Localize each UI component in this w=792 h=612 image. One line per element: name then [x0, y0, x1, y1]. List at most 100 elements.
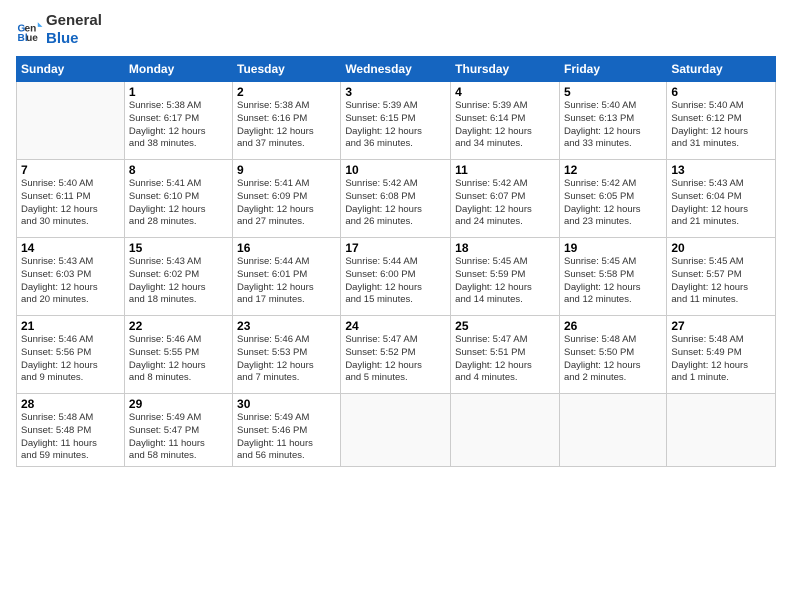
logo-icon: G en Bl ue: [16, 16, 44, 44]
day-number: 7: [21, 163, 120, 177]
day-info: Sunrise: 5:42 AM Sunset: 6:05 PM Dayligh…: [564, 178, 662, 229]
day-number: 28: [21, 397, 120, 411]
day-info: Sunrise: 5:49 AM Sunset: 5:46 PM Dayligh…: [237, 412, 336, 463]
day-number: 9: [237, 163, 336, 177]
day-cell: 8Sunrise: 5:41 AM Sunset: 6:10 PM Daylig…: [124, 160, 232, 238]
day-info: Sunrise: 5:46 AM Sunset: 5:55 PM Dayligh…: [129, 334, 228, 385]
day-info: Sunrise: 5:48 AM Sunset: 5:49 PM Dayligh…: [671, 334, 771, 385]
col-sunday: Sunday: [17, 57, 125, 82]
day-info: Sunrise: 5:44 AM Sunset: 6:01 PM Dayligh…: [237, 256, 336, 307]
day-info: Sunrise: 5:46 AM Sunset: 5:56 PM Dayligh…: [21, 334, 120, 385]
day-info: Sunrise: 5:39 AM Sunset: 6:15 PM Dayligh…: [345, 100, 446, 151]
day-cell: 13Sunrise: 5:43 AM Sunset: 6:04 PM Dayli…: [667, 160, 776, 238]
day-cell: 7Sunrise: 5:40 AM Sunset: 6:11 PM Daylig…: [17, 160, 125, 238]
day-number: 1: [129, 85, 228, 99]
day-number: 24: [345, 319, 446, 333]
col-friday: Friday: [559, 57, 666, 82]
calendar-table: Sunday Monday Tuesday Wednesday Thursday…: [16, 56, 776, 467]
week-row-4: 21Sunrise: 5:46 AM Sunset: 5:56 PM Dayli…: [17, 316, 776, 394]
day-number: 22: [129, 319, 228, 333]
col-saturday: Saturday: [667, 57, 776, 82]
day-info: Sunrise: 5:42 AM Sunset: 6:08 PM Dayligh…: [345, 178, 446, 229]
day-cell: [559, 394, 666, 467]
day-cell: [451, 394, 560, 467]
day-info: Sunrise: 5:43 AM Sunset: 6:03 PM Dayligh…: [21, 256, 120, 307]
day-info: Sunrise: 5:41 AM Sunset: 6:09 PM Dayligh…: [237, 178, 336, 229]
day-number: 11: [455, 163, 555, 177]
day-cell: 4Sunrise: 5:39 AM Sunset: 6:14 PM Daylig…: [451, 82, 560, 160]
day-info: Sunrise: 5:45 AM Sunset: 5:58 PM Dayligh…: [564, 256, 662, 307]
day-number: 20: [671, 241, 771, 255]
page-header: G en Bl ue General Blue: [16, 12, 776, 48]
day-info: Sunrise: 5:47 AM Sunset: 5:52 PM Dayligh…: [345, 334, 446, 385]
day-cell: 10Sunrise: 5:42 AM Sunset: 6:08 PM Dayli…: [341, 160, 451, 238]
day-info: Sunrise: 5:46 AM Sunset: 5:53 PM Dayligh…: [237, 334, 336, 385]
week-row-5: 28Sunrise: 5:48 AM Sunset: 5:48 PM Dayli…: [17, 394, 776, 467]
day-info: Sunrise: 5:48 AM Sunset: 5:48 PM Dayligh…: [21, 412, 120, 463]
day-number: 4: [455, 85, 555, 99]
day-cell: 15Sunrise: 5:43 AM Sunset: 6:02 PM Dayli…: [124, 238, 232, 316]
day-cell: 27Sunrise: 5:48 AM Sunset: 5:49 PM Dayli…: [667, 316, 776, 394]
day-number: 16: [237, 241, 336, 255]
day-info: Sunrise: 5:39 AM Sunset: 6:14 PM Dayligh…: [455, 100, 555, 151]
day-info: Sunrise: 5:38 AM Sunset: 6:16 PM Dayligh…: [237, 100, 336, 151]
day-number: 12: [564, 163, 662, 177]
day-cell: 1Sunrise: 5:38 AM Sunset: 6:17 PM Daylig…: [124, 82, 232, 160]
day-cell: 23Sunrise: 5:46 AM Sunset: 5:53 PM Dayli…: [233, 316, 341, 394]
col-thursday: Thursday: [451, 57, 560, 82]
day-info: Sunrise: 5:44 AM Sunset: 6:00 PM Dayligh…: [345, 256, 446, 307]
day-number: 15: [129, 241, 228, 255]
day-info: Sunrise: 5:43 AM Sunset: 6:02 PM Dayligh…: [129, 256, 228, 307]
day-cell: 24Sunrise: 5:47 AM Sunset: 5:52 PM Dayli…: [341, 316, 451, 394]
col-wednesday: Wednesday: [341, 57, 451, 82]
day-info: Sunrise: 5:40 AM Sunset: 6:13 PM Dayligh…: [564, 100, 662, 151]
day-cell: 22Sunrise: 5:46 AM Sunset: 5:55 PM Dayli…: [124, 316, 232, 394]
day-cell: [17, 82, 125, 160]
day-number: 3: [345, 85, 446, 99]
day-cell: 9Sunrise: 5:41 AM Sunset: 6:09 PM Daylig…: [233, 160, 341, 238]
day-info: Sunrise: 5:47 AM Sunset: 5:51 PM Dayligh…: [455, 334, 555, 385]
logo-line1: General: [46, 12, 102, 30]
day-number: 19: [564, 241, 662, 255]
day-cell: 30Sunrise: 5:49 AM Sunset: 5:46 PM Dayli…: [233, 394, 341, 467]
day-cell: 2Sunrise: 5:38 AM Sunset: 6:16 PM Daylig…: [233, 82, 341, 160]
day-number: 23: [237, 319, 336, 333]
day-number: 6: [671, 85, 771, 99]
day-cell: 5Sunrise: 5:40 AM Sunset: 6:13 PM Daylig…: [559, 82, 666, 160]
day-number: 21: [21, 319, 120, 333]
day-number: 27: [671, 319, 771, 333]
day-info: Sunrise: 5:42 AM Sunset: 6:07 PM Dayligh…: [455, 178, 555, 229]
day-cell: 3Sunrise: 5:39 AM Sunset: 6:15 PM Daylig…: [341, 82, 451, 160]
day-info: Sunrise: 5:41 AM Sunset: 6:10 PM Dayligh…: [129, 178, 228, 229]
day-number: 25: [455, 319, 555, 333]
col-monday: Monday: [124, 57, 232, 82]
day-number: 5: [564, 85, 662, 99]
day-cell: 18Sunrise: 5:45 AM Sunset: 5:59 PM Dayli…: [451, 238, 560, 316]
day-cell: [667, 394, 776, 467]
day-number: 30: [237, 397, 336, 411]
day-info: Sunrise: 5:45 AM Sunset: 5:59 PM Dayligh…: [455, 256, 555, 307]
day-info: Sunrise: 5:40 AM Sunset: 6:12 PM Dayligh…: [671, 100, 771, 151]
day-number: 18: [455, 241, 555, 255]
day-number: 8: [129, 163, 228, 177]
week-row-2: 7Sunrise: 5:40 AM Sunset: 6:11 PM Daylig…: [17, 160, 776, 238]
day-cell: 29Sunrise: 5:49 AM Sunset: 5:47 PM Dayli…: [124, 394, 232, 467]
day-cell: 28Sunrise: 5:48 AM Sunset: 5:48 PM Dayli…: [17, 394, 125, 467]
day-cell: 12Sunrise: 5:42 AM Sunset: 6:05 PM Dayli…: [559, 160, 666, 238]
calendar-page: G en Bl ue General Blue Sunday Monday Tu…: [0, 0, 792, 612]
day-number: 17: [345, 241, 446, 255]
svg-text:ue: ue: [26, 33, 38, 44]
day-info: Sunrise: 5:43 AM Sunset: 6:04 PM Dayligh…: [671, 178, 771, 229]
day-cell: [341, 394, 451, 467]
day-number: 10: [345, 163, 446, 177]
day-number: 2: [237, 85, 336, 99]
day-info: Sunrise: 5:49 AM Sunset: 5:47 PM Dayligh…: [129, 412, 228, 463]
day-cell: 16Sunrise: 5:44 AM Sunset: 6:01 PM Dayli…: [233, 238, 341, 316]
day-cell: 17Sunrise: 5:44 AM Sunset: 6:00 PM Dayli…: [341, 238, 451, 316]
day-cell: 26Sunrise: 5:48 AM Sunset: 5:50 PM Dayli…: [559, 316, 666, 394]
logo: G en Bl ue General Blue: [16, 12, 102, 48]
day-cell: 21Sunrise: 5:46 AM Sunset: 5:56 PM Dayli…: [17, 316, 125, 394]
day-cell: 14Sunrise: 5:43 AM Sunset: 6:03 PM Dayli…: [17, 238, 125, 316]
day-cell: 25Sunrise: 5:47 AM Sunset: 5:51 PM Dayli…: [451, 316, 560, 394]
day-info: Sunrise: 5:45 AM Sunset: 5:57 PM Dayligh…: [671, 256, 771, 307]
